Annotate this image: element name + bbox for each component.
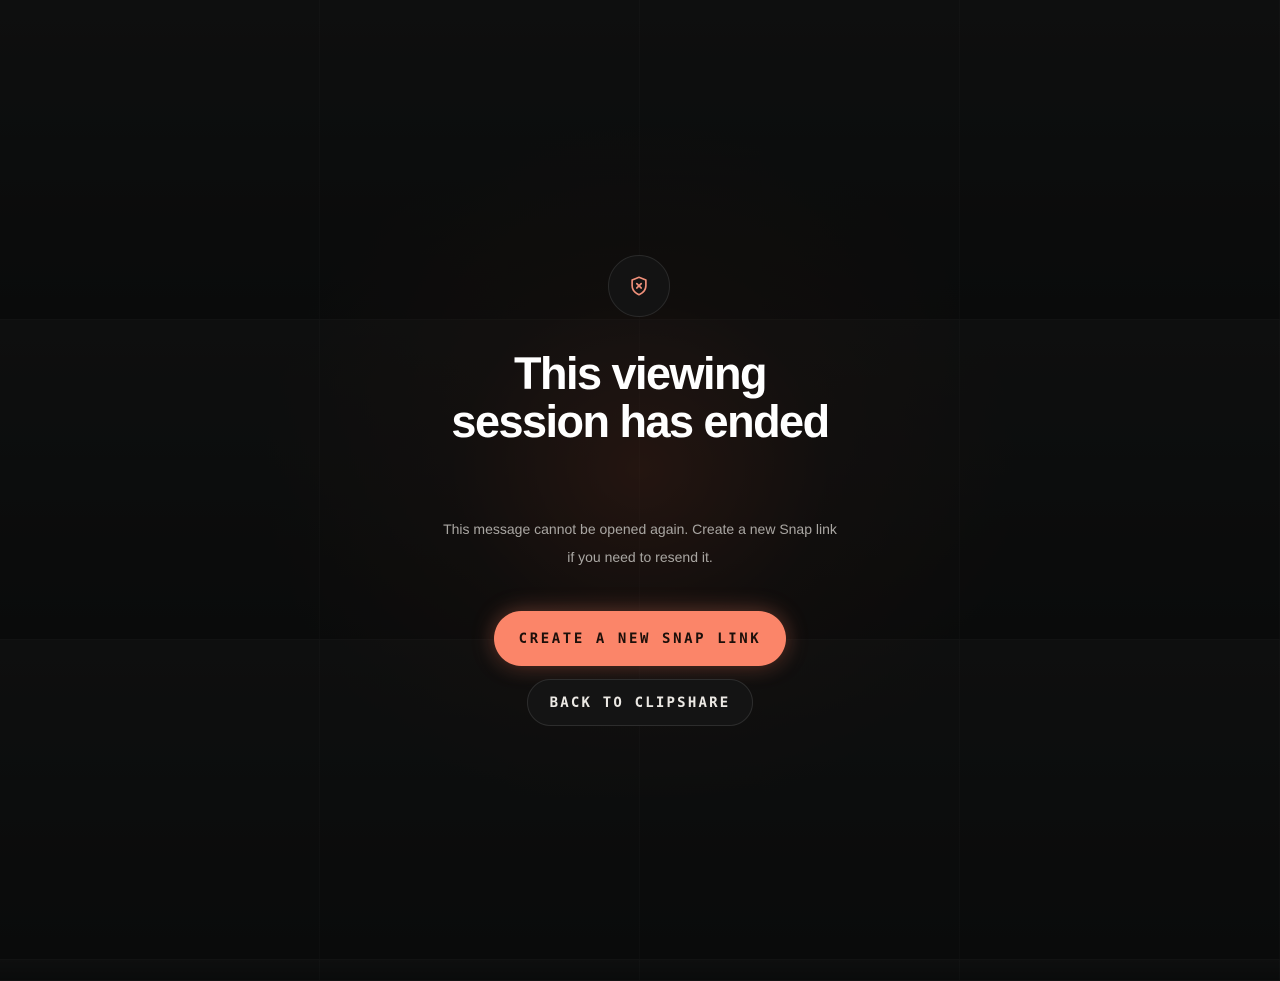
create-new-snap-link-button[interactable]: CREATE A NEW SNAP LINK (494, 611, 786, 666)
page-subtitle: This message cannot be opened again. Cre… (443, 521, 837, 565)
grid-tile (960, 320, 1280, 640)
status-icon-badge (608, 255, 670, 317)
grid-tile (640, 960, 960, 981)
grid-tile (320, 960, 640, 981)
grid-tile (0, 960, 320, 981)
shield-x-icon (631, 276, 647, 296)
grid-tile (640, 0, 960, 320)
back-to-clipshare-button[interactable]: BACK TO CLIPSHARE (527, 679, 753, 726)
page-title: This viewing session has ended (451, 348, 830, 447)
grid-tile (960, 640, 1280, 960)
grid-tile (960, 0, 1280, 320)
grid-tile (0, 0, 320, 320)
background-grid (0, 0, 1280, 981)
grid-tile (960, 960, 1280, 981)
grid-tile (0, 320, 320, 640)
grid-tile (320, 0, 640, 320)
grid-tile (0, 640, 320, 960)
